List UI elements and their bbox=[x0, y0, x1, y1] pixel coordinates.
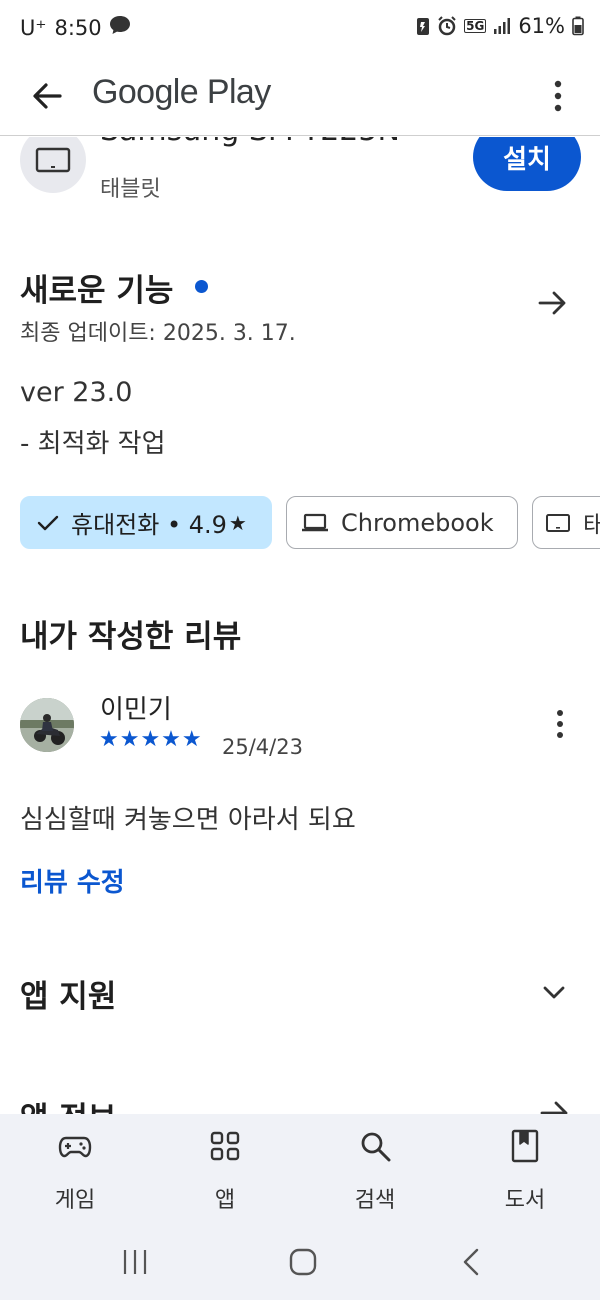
chip-chromebook[interactable]: Chromebook bbox=[286, 496, 518, 549]
arrow-back-icon bbox=[33, 83, 62, 109]
status-left: U⁺ 8:50 bbox=[20, 14, 132, 41]
chip-phone-label: 휴대전화 • 4.9 bbox=[71, 511, 227, 539]
home-button[interactable] bbox=[283, 1242, 323, 1282]
nav-item-games[interactable]: 게임 bbox=[0, 1114, 150, 1226]
arrow-forward-icon bbox=[540, 1101, 568, 1114]
recent-apps-icon bbox=[123, 1250, 147, 1274]
tablet-icon bbox=[35, 147, 71, 173]
install-button[interactable]: 설치 bbox=[473, 137, 581, 191]
nav-label-search: 검색 bbox=[354, 1188, 396, 1213]
release-notes: - 최적화 작업 bbox=[20, 429, 166, 459]
book-icon bbox=[511, 1129, 539, 1163]
star-icon: ★ bbox=[228, 510, 247, 535]
chip-chromebook-label: Chromebook bbox=[341, 508, 494, 537]
last-updated: 최종 업데이트: 2025. 3. 17. bbox=[20, 321, 296, 346]
chip-tablet-label: 태블릿 bbox=[583, 505, 600, 540]
carrier-label: U⁺ bbox=[20, 15, 47, 40]
chevron-left-icon bbox=[463, 1248, 479, 1276]
star-rating: ★★★★★ bbox=[99, 727, 203, 752]
more-options-button[interactable] bbox=[546, 74, 570, 118]
apps-grid-icon bbox=[210, 1131, 240, 1161]
app-bar: Google Play bbox=[0, 56, 600, 136]
tablet-icon bbox=[546, 513, 570, 532]
device-chips: 휴대전화 • 4.9 ★ Chromebook 태블릿 bbox=[20, 496, 600, 550]
more-vert-icon bbox=[554, 80, 562, 112]
whats-new-title: 새로운 기능 bbox=[20, 273, 174, 309]
status-right: 5G 61% bbox=[416, 14, 584, 38]
nav-label-books: 도서 bbox=[504, 1188, 546, 1213]
nav-item-search[interactable]: 검색 bbox=[300, 1114, 450, 1226]
app-info-arrow-button[interactable] bbox=[536, 1095, 572, 1114]
network-5g-icon: 5G bbox=[464, 19, 487, 33]
app-title: Google Play bbox=[92, 73, 271, 111]
more-vert-icon bbox=[557, 710, 563, 738]
review-text: 심심할때 켜놓으면 아라서 되요 bbox=[20, 805, 356, 835]
edit-review-link[interactable]: 리뷰 수정 bbox=[20, 862, 125, 899]
version-text: ver 23.0 bbox=[20, 377, 133, 408]
new-indicator-dot bbox=[195, 280, 208, 293]
whats-new-arrow-button[interactable] bbox=[534, 285, 570, 321]
app-support-title[interactable]: 앱 지원 bbox=[20, 971, 116, 1016]
battery-saver-icon bbox=[416, 16, 430, 36]
battery-icon bbox=[572, 16, 584, 36]
device-name: Samsung SM-T225N bbox=[100, 137, 400, 148]
expand-support-button[interactable] bbox=[540, 979, 568, 1007]
chip-phone[interactable]: 휴대전화 • 4.9 ★ bbox=[20, 496, 272, 549]
system-back-button[interactable] bbox=[452, 1242, 492, 1282]
reviewer-name: 이민기 bbox=[100, 695, 172, 725]
device-icon-wrap bbox=[20, 137, 86, 193]
nav-label-games: 게임 bbox=[54, 1188, 96, 1213]
chevron-down-icon bbox=[543, 986, 565, 999]
back-button[interactable] bbox=[26, 74, 70, 118]
device-type: 태블릿 bbox=[100, 177, 161, 202]
nav-item-books[interactable]: 도서 bbox=[450, 1114, 600, 1226]
arrow-forward-icon bbox=[538, 291, 566, 315]
device-row: Samsung SM-T225N 태블릿 설치 bbox=[0, 137, 600, 217]
search-icon bbox=[361, 1132, 391, 1162]
battery-percent: 61% bbox=[518, 14, 565, 38]
status-time: 8:50 bbox=[54, 15, 102, 40]
app-info-title[interactable]: 앱 정보 bbox=[20, 1093, 116, 1114]
home-icon bbox=[289, 1248, 317, 1276]
avatar[interactable] bbox=[20, 698, 74, 752]
avatar-photo bbox=[20, 698, 74, 752]
chip-tablet[interactable]: 태블릿 bbox=[532, 496, 600, 549]
review-more-button[interactable] bbox=[548, 707, 572, 743]
gamepad-icon bbox=[58, 1136, 92, 1158]
system-nav-bar bbox=[0, 1226, 600, 1300]
review-date: 25/4/23 bbox=[222, 735, 303, 759]
laptop-icon bbox=[302, 513, 328, 531]
status-bar: U⁺ 8:50 5G 61% bbox=[0, 0, 600, 56]
recent-apps-button[interactable] bbox=[115, 1242, 155, 1282]
bottom-nav: 게임 앱 검색 도서 bbox=[0, 1114, 600, 1226]
my-review-title: 내가 작성한 리뷰 bbox=[20, 619, 242, 655]
alarm-icon bbox=[437, 16, 457, 36]
nav-label-apps: 앱 bbox=[214, 1188, 236, 1213]
nav-item-apps[interactable]: 앱 bbox=[150, 1114, 300, 1226]
signal-icon bbox=[493, 17, 511, 35]
check-icon bbox=[37, 515, 59, 530]
main-content[interactable]: Samsung SM-T225N 태블릿 설치 새로운 기능 최종 업데이트: … bbox=[0, 137, 600, 1114]
chat-bubble-icon bbox=[108, 14, 132, 41]
